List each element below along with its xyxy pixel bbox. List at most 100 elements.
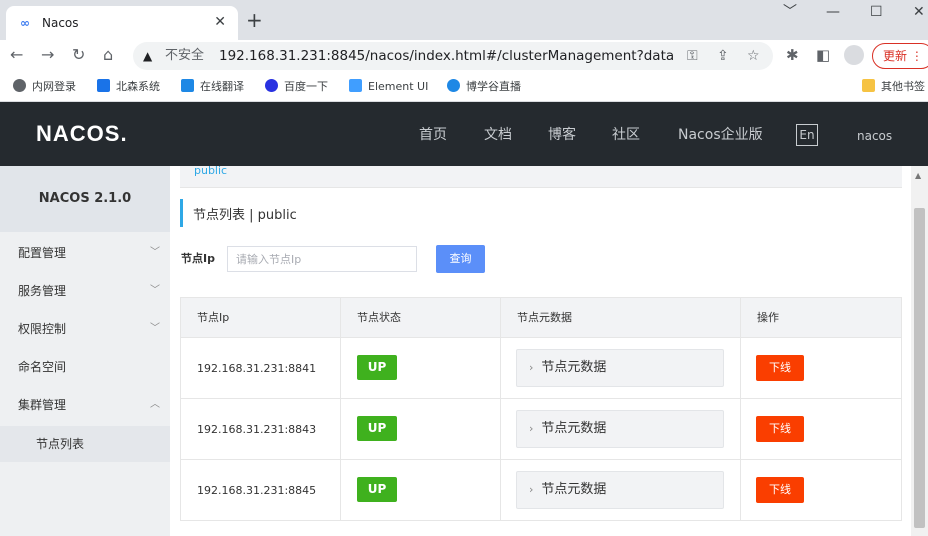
sidebar-subitem-node-list[interactable]: 节点列表 bbox=[0, 426, 170, 462]
sidebar-item-label: 配置管理 bbox=[18, 246, 67, 260]
sidebar-item-label: 命名空间 bbox=[18, 360, 67, 374]
bookmark-item[interactable]: 百度一下 bbox=[265, 79, 328, 95]
chevron-up-icon: ︿ bbox=[150, 399, 160, 410]
query-button[interactable]: 查询 bbox=[436, 245, 485, 273]
page-scrollbar[interactable]: ▲ bbox=[911, 166, 928, 536]
offline-button[interactable]: 下线 bbox=[756, 477, 804, 503]
chevron-down-icon: ﹀ bbox=[150, 247, 160, 258]
page-title: 节点列表 | public bbox=[193, 208, 297, 223]
share-icon[interactable]: ⇪ bbox=[717, 47, 729, 65]
globe-icon bbox=[13, 79, 26, 92]
key-icon[interactable]: ⚿ bbox=[687, 47, 698, 65]
metadata-collapse[interactable]: › 节点元数据 bbox=[516, 349, 724, 387]
node-metadata-cell: › 节点元数据 bbox=[501, 460, 741, 521]
browser-tab[interactable]: ∞ Nacos ✕ bbox=[6, 6, 238, 40]
language-toggle[interactable]: En bbox=[796, 124, 818, 146]
translate-icon bbox=[181, 79, 194, 92]
nav-home[interactable]: 首页 bbox=[419, 126, 447, 144]
back-icon[interactable]: ← bbox=[10, 45, 23, 65]
minimize-icon[interactable]: — bbox=[826, 3, 840, 21]
sidebar-item-config[interactable]: 配置管理 ﹀ bbox=[0, 234, 170, 272]
bookmark-item[interactable]: 博学谷直播 bbox=[447, 79, 521, 95]
namespace-notice[interactable]: public bbox=[180, 165, 902, 188]
table-row: 192.168.31.231:8841 UP › 节点元数据 下线 bbox=[181, 338, 901, 399]
nav-blog[interactable]: 博客 bbox=[548, 126, 576, 144]
browser-toolbar: ← → ↻ ⌂ ▲ 不安全 192.168.31.231:8845/nacos/… bbox=[0, 40, 928, 72]
chevron-right-icon: › bbox=[529, 422, 534, 435]
new-tab-button[interactable]: + bbox=[246, 8, 263, 32]
sidebar-item-namespace[interactable]: 命名空间 bbox=[0, 348, 170, 386]
actions-cell: 下线 bbox=[741, 399, 901, 460]
close-window-icon[interactable]: ✕ bbox=[913, 3, 925, 21]
bookmark-item[interactable]: 内网登录 bbox=[13, 79, 76, 95]
bookmarks-bar: 内网登录 北森系统 在线翻译 百度一下 Element UI 博学谷直播 其他书… bbox=[0, 72, 928, 102]
address-bar[interactable]: ▲ 不安全 192.168.31.231:8845/nacos/index.ht… bbox=[133, 42, 773, 70]
metadata-collapse[interactable]: › 节点元数据 bbox=[516, 410, 724, 448]
star-icon[interactable]: ☆ bbox=[747, 47, 760, 65]
sidebar-item-label: 权限控制 bbox=[18, 322, 67, 336]
actions-cell: 下线 bbox=[741, 460, 901, 521]
title-accent-bar bbox=[180, 199, 183, 227]
offline-button[interactable]: 下线 bbox=[756, 416, 804, 442]
update-button[interactable]: 更新 ⋮ bbox=[872, 43, 928, 69]
url-text[interactable]: 192.168.31.231:8845/nacos/index.html#/cl… bbox=[219, 47, 674, 65]
other-bookmarks-label: 其他书签 bbox=[881, 80, 925, 93]
bookmark-item[interactable]: 北森系统 bbox=[97, 79, 160, 95]
node-ip-search-input[interactable] bbox=[227, 246, 417, 272]
offline-button[interactable]: 下线 bbox=[756, 355, 804, 381]
bookmark-label: Element UI bbox=[368, 80, 429, 93]
nav-community[interactable]: 社区 bbox=[612, 126, 640, 144]
status-badge: UP bbox=[357, 416, 397, 441]
status-badge: UP bbox=[357, 477, 397, 502]
metadata-collapse[interactable]: › 节点元数据 bbox=[516, 471, 724, 509]
node-status-cell: UP bbox=[341, 460, 501, 521]
node-ip-filter-label: 节点Ip bbox=[181, 252, 215, 265]
close-tab-icon[interactable]: ✕ bbox=[214, 13, 226, 31]
node-status-cell: UP bbox=[341, 338, 501, 399]
app-header: NACOS. 首页 文档 博客 社区 Nacos企业版 En nacos bbox=[0, 102, 928, 166]
nav-enterprise[interactable]: Nacos企业版 bbox=[678, 126, 763, 144]
home-icon[interactable]: ⌂ bbox=[103, 45, 113, 65]
status-badge: UP bbox=[357, 355, 397, 380]
forward-icon[interactable]: → bbox=[41, 45, 54, 65]
chevron-down-icon: ﹀ bbox=[150, 323, 160, 334]
nav-docs[interactable]: 文档 bbox=[484, 126, 512, 144]
node-ip-cell: 192.168.31.231:8843 bbox=[181, 399, 341, 460]
maximize-icon[interactable]: ☐ bbox=[870, 3, 883, 21]
bookmark-item[interactable]: 在线翻译 bbox=[181, 79, 244, 95]
column-header-actions: 操作 bbox=[757, 311, 779, 324]
node-ip-cell: 192.168.31.231:8845 bbox=[181, 460, 341, 521]
sidebar-item-label: 服务管理 bbox=[18, 284, 67, 298]
reload-icon[interactable]: ↻ bbox=[72, 45, 85, 65]
warning-icon[interactable]: ▲ bbox=[143, 48, 152, 64]
table-row: 192.168.31.231:8845 UP › 节点元数据 下线 bbox=[181, 460, 901, 521]
chevron-right-icon: › bbox=[529, 361, 534, 374]
column-header-node-status: 节点状态 bbox=[341, 298, 501, 338]
baidu-icon bbox=[265, 79, 278, 92]
other-bookmarks[interactable]: 其他书签 bbox=[862, 79, 925, 95]
user-menu[interactable]: nacos bbox=[857, 128, 892, 144]
sidebar-item-service[interactable]: 服务管理 ﹀ bbox=[0, 272, 170, 310]
bookmark-label: 百度一下 bbox=[284, 80, 328, 93]
chevron-right-icon: › bbox=[529, 483, 534, 496]
bookmark-label: 在线翻译 bbox=[200, 80, 244, 93]
sidebar-item-auth[interactable]: 权限控制 ﹀ bbox=[0, 310, 170, 348]
column-header-node-ip: 节点Ip bbox=[181, 298, 341, 338]
tab-search-icon[interactable]: ﹀ bbox=[783, 3, 797, 21]
sidebar-item-cluster[interactable]: 集群管理 ︿ bbox=[0, 386, 170, 424]
metadata-label: 节点元数据 bbox=[541, 482, 607, 497]
insecure-label: 不安全 bbox=[165, 48, 205, 63]
nacos-favicon-icon: ∞ bbox=[20, 16, 30, 30]
profile-avatar-icon[interactable] bbox=[844, 45, 864, 65]
element-icon bbox=[349, 79, 362, 92]
update-label: 更新 bbox=[883, 49, 908, 63]
scroll-up-icon[interactable]: ▲ bbox=[915, 172, 921, 180]
nacos-logo[interactable]: NACOS. bbox=[36, 122, 128, 146]
bookmark-item[interactable]: Element UI bbox=[349, 79, 428, 95]
tab-title: Nacos bbox=[42, 16, 79, 30]
extensions-icon[interactable]: ✱ bbox=[786, 46, 799, 64]
metadata-label: 节点元数据 bbox=[541, 421, 607, 436]
scrollbar-thumb[interactable] bbox=[914, 208, 925, 528]
side-panel-icon[interactable]: ◧ bbox=[816, 46, 830, 64]
folder-icon bbox=[862, 79, 875, 92]
